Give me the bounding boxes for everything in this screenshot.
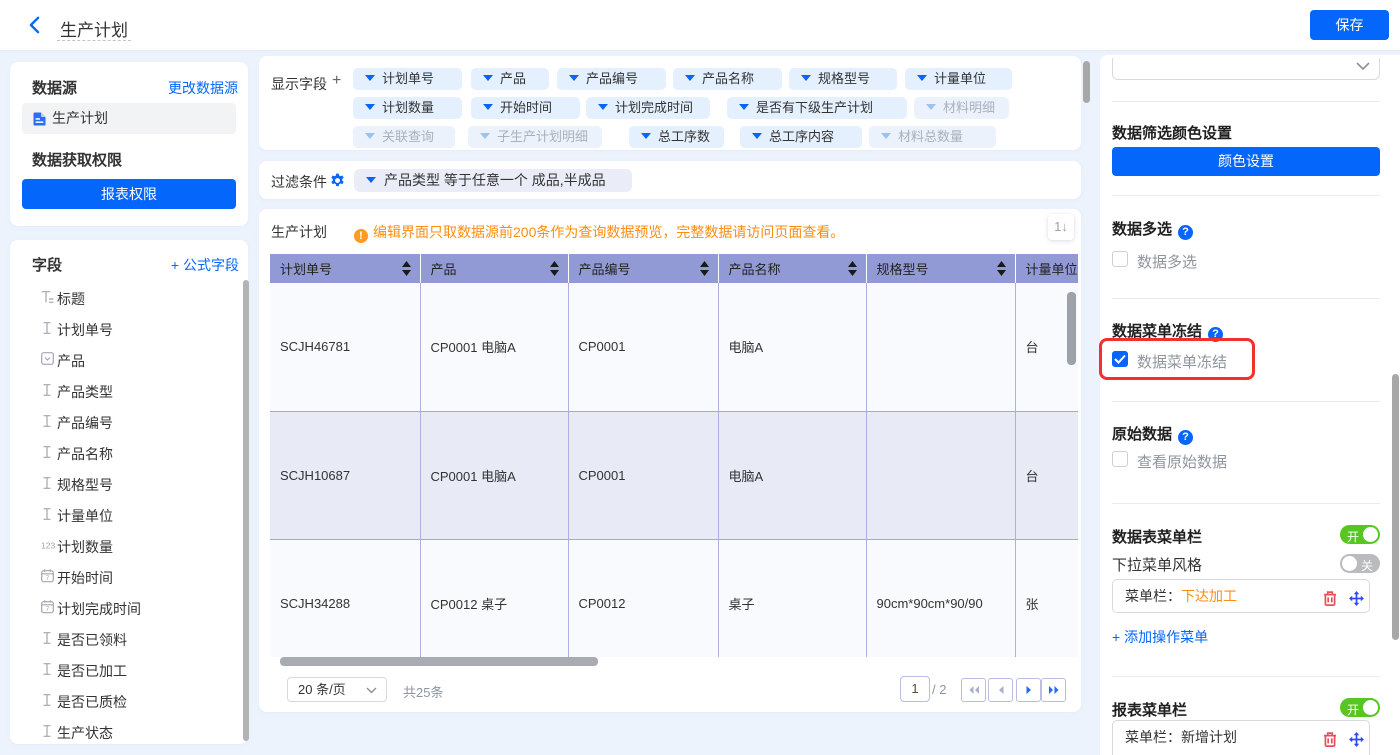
svg-text:123: 123	[41, 541, 55, 551]
svg-text:7: 7	[46, 575, 50, 582]
svg-text:7: 7	[46, 606, 50, 613]
